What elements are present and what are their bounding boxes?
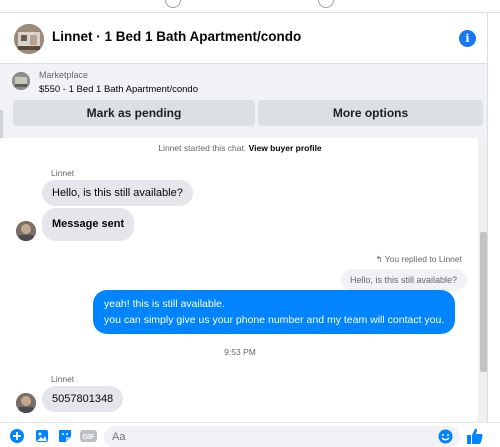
sender-name: Linnet bbox=[51, 374, 75, 384]
view-buyer-profile-link[interactable]: View buyer profile bbox=[249, 143, 322, 153]
incoming-message[interactable]: Message sent bbox=[42, 208, 135, 241]
incoming-message[interactable]: Hello, is this still available? bbox=[42, 180, 193, 206]
left-edge-tab bbox=[0, 110, 3, 140]
scrollbar-thumb[interactable] bbox=[480, 232, 487, 372]
avatar[interactable] bbox=[16, 393, 36, 413]
quoted-message[interactable]: Hello, is this still available? bbox=[340, 269, 466, 291]
top-strip bbox=[0, 0, 500, 13]
listing-title[interactable]: $550 - 1 Bed 1 Bath Apartment/condo bbox=[39, 84, 198, 95]
emoji-icon[interactable] bbox=[438, 429, 453, 444]
sticker-icon[interactable] bbox=[58, 429, 72, 443]
chat-started-text: Linnet started this chat. bbox=[158, 143, 247, 153]
circle-icon bbox=[318, 0, 334, 8]
gif-icon[interactable]: GIF bbox=[80, 429, 97, 443]
replied-label-text: You replied to Linnet bbox=[384, 254, 462, 264]
conversation-header: Linnet · 1 Bed 1 Bath Apartment/condo i bbox=[0, 13, 487, 64]
gif-label: GIF bbox=[83, 434, 95, 441]
avatar[interactable] bbox=[14, 24, 44, 54]
incoming-message[interactable]: 5057801348 bbox=[42, 386, 124, 412]
page-title: Linnet · 1 Bed 1 Bath Apartment/condo bbox=[52, 29, 302, 44]
avatar[interactable] bbox=[16, 221, 36, 241]
outgoing-message-line: yeah! this is still available. bbox=[104, 298, 225, 310]
marketplace-listing-panel: Marketplace $550 - 1 Bed 1 Bath Apartmen… bbox=[0, 64, 487, 138]
message-input[interactable] bbox=[112, 430, 432, 444]
message-composer: GIF bbox=[0, 422, 500, 447]
chat-started-notice: Linnet started this chat. View buyer pro… bbox=[0, 143, 480, 153]
message-thread[interactable]: Linnet started this chat. View buyer pro… bbox=[0, 138, 478, 422]
message-timestamp: 9:53 PM bbox=[224, 347, 256, 357]
right-edge-divider bbox=[487, 13, 500, 447]
listing-thumbnail[interactable] bbox=[12, 72, 30, 90]
outgoing-message[interactable]: yeah! this is still available. you can s… bbox=[93, 290, 456, 334]
message-input-wrapper[interactable] bbox=[104, 426, 460, 447]
sender-name: Linnet bbox=[51, 168, 75, 178]
mark-as-pending-button[interactable]: Mark as pending bbox=[13, 100, 255, 126]
reply-arrow-icon: ↰ bbox=[375, 254, 385, 264]
outgoing-message-line: you can simply give us your phone number… bbox=[104, 314, 445, 326]
more-options-button[interactable]: More options bbox=[258, 100, 483, 126]
plus-circle-icon[interactable] bbox=[10, 429, 24, 443]
replied-label: ↰ You replied to Linnet bbox=[375, 254, 462, 265]
circle-icon bbox=[165, 0, 181, 8]
photo-icon[interactable] bbox=[35, 429, 49, 443]
listing-kicker: Marketplace bbox=[39, 70, 89, 80]
like-thumb-icon[interactable] bbox=[466, 427, 484, 445]
info-icon[interactable]: i bbox=[459, 30, 476, 47]
